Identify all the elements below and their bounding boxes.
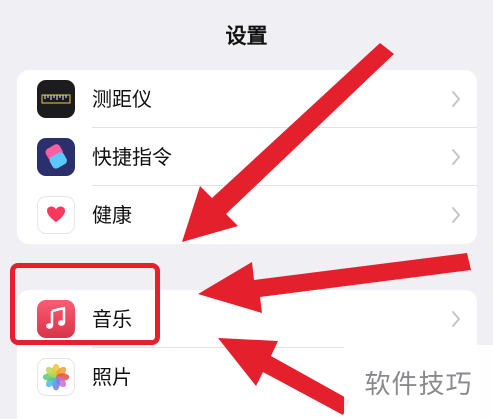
watermark: 软件技巧: [344, 345, 493, 419]
red-arrow-3: [218, 338, 350, 415]
red-arrow-1: [182, 43, 394, 242]
red-arrow-2: [198, 253, 471, 313]
